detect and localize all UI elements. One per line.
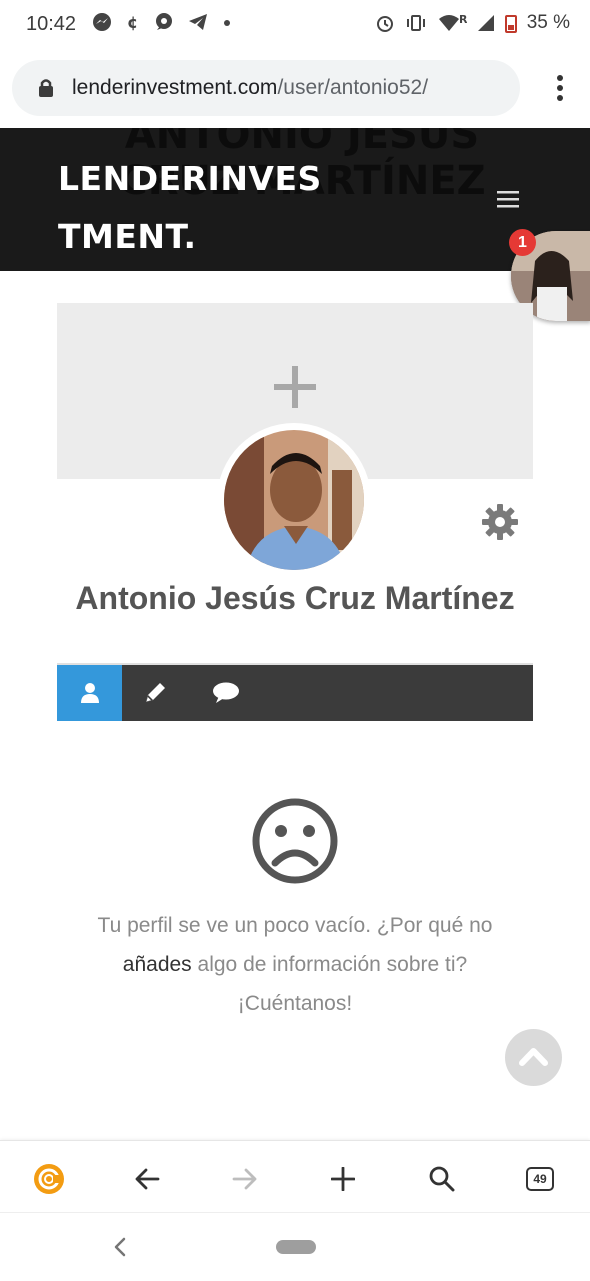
browser-brand-button[interactable] — [29, 1159, 69, 1199]
scroll-to-top-button[interactable] — [505, 1029, 562, 1086]
sad-face-icon — [252, 798, 338, 884]
network-tag: R — [459, 13, 467, 26]
wifi-icon: R — [438, 13, 467, 31]
chevron-up-icon — [519, 1048, 548, 1066]
notification-badge: 1 — [509, 229, 536, 256]
lock-icon — [39, 79, 53, 97]
tab-posts[interactable] — [122, 665, 187, 721]
notification-icons: ¢ — [92, 12, 232, 32]
alarm-icon — [376, 16, 393, 32]
chat-bubble-icon — [156, 13, 172, 30]
battery-percent: 35 % — [526, 12, 570, 33]
logo-line-1: LENDERINVES — [58, 159, 322, 198]
profile-name: Antonio Jesús Cruz Martínez — [75, 580, 515, 616]
signal-icon — [477, 15, 494, 31]
pencil-icon — [145, 683, 165, 702]
messenger-icon — [93, 13, 111, 31]
browser-logo-icon — [34, 1164, 64, 1194]
search-button[interactable] — [422, 1159, 462, 1199]
tab-comments[interactable] — [193, 665, 258, 721]
add-cover-icon[interactable] — [274, 366, 316, 408]
search-icon — [429, 1166, 455, 1192]
new-tab-button[interactable] — [323, 1159, 363, 1199]
svg-text:¢: ¢ — [127, 13, 138, 32]
hamburger-menu-icon[interactable] — [497, 190, 519, 208]
system-nav-bar — [0, 1212, 590, 1281]
status-time: 10:42 — [26, 13, 77, 35]
empty-text-before: Tu perfil se ve un poco vacío. ¿Por qué … — [97, 914, 493, 937]
system-icons: R 35 % — [375, 12, 570, 34]
nav-back-icon[interactable] — [112, 1235, 128, 1259]
tab-count-badge: 49 — [526, 1167, 554, 1191]
browser-toolbar: lenderinvestment.com/user/antonio52/ — [0, 50, 590, 128]
user-icon — [80, 683, 99, 703]
home-pill[interactable] — [276, 1240, 316, 1254]
profile-photo — [224, 430, 364, 570]
browser-bottom-toolbar: 49 — [0, 1140, 590, 1213]
comment-icon — [212, 682, 239, 703]
forward-button[interactable] — [225, 1159, 265, 1199]
logo-line-2: TMENT. — [58, 217, 197, 256]
empty-text-after: algo de información sobre ti? ¡Cuéntanos… — [197, 953, 468, 1015]
site-logo[interactable]: LENDERINVES TMENT. — [58, 150, 322, 266]
status-bar: 10:42 ¢ R 35 % — [0, 0, 590, 50]
telegram-icon — [189, 14, 207, 30]
plus-icon — [331, 1167, 355, 1191]
settings-gear-icon[interactable] — [481, 503, 519, 541]
more-options-icon[interactable] — [556, 74, 564, 102]
profile-photo-image — [224, 430, 364, 570]
profile-tabs — [57, 663, 533, 721]
site-header: ANTONIO JESÚS CRUZ MARTÍNEZ LENDERINVES … — [0, 128, 590, 271]
arrow-left-icon — [135, 1168, 160, 1190]
tabs-switcher-button[interactable]: 49 — [520, 1159, 560, 1199]
profile-avatar[interactable] — [217, 423, 371, 577]
empty-profile-message: Tu perfil se ve un poco vacío. ¿Por qué … — [70, 906, 520, 1023]
add-info-link[interactable]: añades — [123, 953, 192, 976]
currency-icon: ¢ — [127, 13, 138, 32]
arrow-right-icon — [232, 1168, 257, 1190]
url-path: /user/antonio52/ — [277, 76, 429, 99]
tab-about[interactable] — [57, 665, 122, 721]
vibrate-icon — [406, 15, 425, 31]
dot-icon — [224, 20, 230, 26]
url-text: lenderinvestment.com/user/antonio52/ — [72, 76, 428, 100]
back-button[interactable] — [127, 1159, 167, 1199]
battery-icon — [504, 15, 517, 33]
url-bar[interactable]: lenderinvestment.com/user/antonio52/ — [12, 60, 520, 116]
url-domain: lenderinvestment.com — [72, 76, 278, 99]
